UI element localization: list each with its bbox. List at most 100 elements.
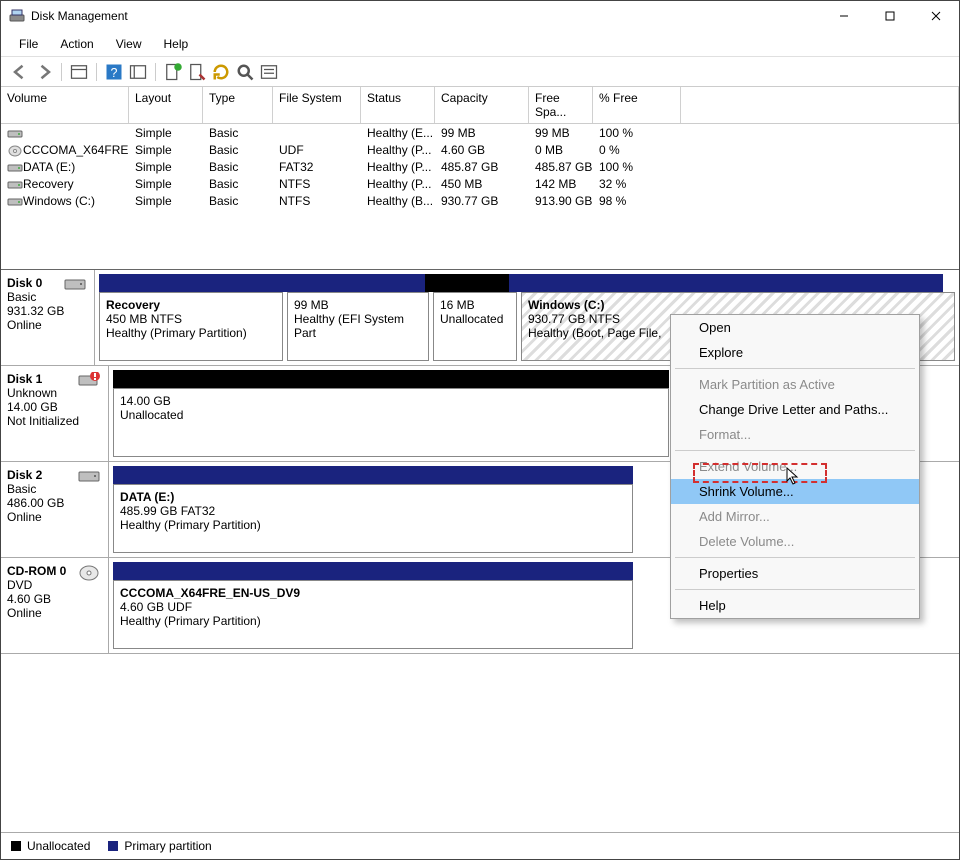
cell-type: Basic bbox=[203, 176, 273, 192]
maximize-button[interactable] bbox=[867, 1, 913, 31]
cell-capacity: 450 MB bbox=[435, 176, 529, 192]
context-item-mark-partition-as-active: Mark Partition as Active bbox=[671, 372, 919, 397]
disk-size: 4.60 GB bbox=[7, 592, 102, 606]
volume-name: Windows (C:) bbox=[23, 194, 95, 208]
menu-help[interactable]: Help bbox=[154, 34, 199, 54]
disk-icon bbox=[78, 372, 100, 393]
partition[interactable]: 16 MBUnallocated bbox=[433, 292, 517, 361]
show-hide-console-icon[interactable] bbox=[68, 61, 90, 83]
legend-unallocated-swatch bbox=[11, 841, 21, 851]
disk-icon bbox=[64, 276, 86, 297]
context-item-open[interactable]: Open bbox=[671, 315, 919, 340]
cell-pfree: 32 % bbox=[593, 176, 681, 192]
minimize-button[interactable] bbox=[821, 1, 867, 31]
rescan-icon[interactable] bbox=[234, 61, 256, 83]
close-button[interactable] bbox=[913, 1, 959, 31]
app-icon bbox=[9, 8, 25, 24]
titlebar[interactable]: Disk Management bbox=[1, 1, 959, 31]
partition-status: Healthy (Primary Partition) bbox=[120, 614, 626, 628]
disk-icon bbox=[78, 468, 100, 489]
table-row[interactable]: SimpleBasicHealthy (E...99 MB99 MB100 % bbox=[1, 124, 959, 141]
partition-title: Recovery bbox=[106, 298, 276, 312]
col-capacity[interactable]: Capacity bbox=[435, 87, 529, 123]
disk-icon bbox=[7, 162, 23, 174]
cell-layout: Simple bbox=[129, 176, 203, 192]
disk-icon bbox=[7, 128, 23, 140]
legend-unallocated-label: Unallocated bbox=[27, 839, 90, 853]
attach-vhd-icon[interactable] bbox=[186, 61, 208, 83]
cell-free: 485.87 GB bbox=[529, 159, 593, 175]
forward-button[interactable] bbox=[33, 61, 55, 83]
partition-size: 450 MB NTFS bbox=[106, 312, 276, 326]
cell-capacity: 99 MB bbox=[435, 125, 529, 141]
context-item-help[interactable]: Help bbox=[671, 593, 919, 618]
cell-type: Basic bbox=[203, 193, 273, 209]
help-icon[interactable]: ? bbox=[103, 61, 125, 83]
col-percent-free[interactable]: % Free bbox=[593, 87, 681, 123]
disk-state: Online bbox=[7, 510, 102, 524]
partition-size: 14.00 GB bbox=[120, 394, 662, 408]
table-row[interactable]: Windows (C:)SimpleBasicNTFSHealthy (B...… bbox=[1, 192, 959, 209]
volume-name: CCCOMA_X64FRE... bbox=[23, 143, 129, 157]
disk-state: Online bbox=[7, 606, 102, 620]
cell-status: Healthy (P... bbox=[361, 142, 435, 158]
volume-table-header: Volume Layout Type File System Status Ca… bbox=[1, 87, 959, 124]
col-free[interactable]: Free Spa... bbox=[529, 87, 593, 123]
cell-status: Healthy (E... bbox=[361, 125, 435, 141]
properties-icon[interactable] bbox=[258, 61, 280, 83]
table-row[interactable]: DATA (E:)SimpleBasicFAT32Healthy (P...48… bbox=[1, 158, 959, 175]
cell-type: Basic bbox=[203, 142, 273, 158]
partition-title: DATA (E:) bbox=[120, 490, 626, 504]
context-item-change-drive-letter-and-paths[interactable]: Change Drive Letter and Paths... bbox=[671, 397, 919, 422]
table-row[interactable]: RecoverySimpleBasicNTFSHealthy (P...450 … bbox=[1, 175, 959, 192]
cell-type: Basic bbox=[203, 159, 273, 175]
partition-size: 4.60 GB UDF bbox=[120, 600, 626, 614]
context-item-delete-volume: Delete Volume... bbox=[671, 529, 919, 554]
cell-pfree: 100 % bbox=[593, 125, 681, 141]
disk-info[interactable]: Disk 0Basic931.32 GBOnline bbox=[1, 270, 95, 365]
disk-icon bbox=[7, 196, 23, 208]
col-filesystem[interactable]: File System bbox=[273, 87, 361, 123]
menu-separator bbox=[675, 368, 915, 369]
partition[interactable]: DATA (E:)485.99 GB FAT32Healthy (Primary… bbox=[113, 484, 633, 553]
partition[interactable]: CCCOMA_X64FRE_EN-US_DV94.60 GB UDFHealth… bbox=[113, 580, 633, 649]
menu-file[interactable]: File bbox=[9, 34, 48, 54]
table-row[interactable]: CCCOMA_X64FRE...SimpleBasicUDFHealthy (P… bbox=[1, 141, 959, 158]
cell-capacity: 930.77 GB bbox=[435, 193, 529, 209]
disk-info[interactable]: Disk 1Unknown14.00 GBNot Initialized bbox=[1, 366, 109, 461]
partition[interactable]: Recovery450 MB NTFSHealthy (Primary Part… bbox=[99, 292, 283, 361]
cell-status: Healthy (P... bbox=[361, 159, 435, 175]
menubar: File Action View Help bbox=[1, 31, 959, 57]
cell-pfree: 98 % bbox=[593, 193, 681, 209]
col-layout[interactable]: Layout bbox=[129, 87, 203, 123]
menu-view[interactable]: View bbox=[106, 34, 152, 54]
disk-info[interactable]: Disk 2Basic486.00 GBOnline bbox=[1, 462, 109, 557]
back-button[interactable] bbox=[9, 61, 31, 83]
menu-action[interactable]: Action bbox=[50, 34, 103, 54]
partition-size: 485.99 GB FAT32 bbox=[120, 504, 626, 518]
partition-size: 99 MB bbox=[294, 298, 422, 312]
refresh-icon[interactable] bbox=[210, 61, 232, 83]
disk-info[interactable]: CD-ROM 0DVD4.60 GBOnline bbox=[1, 558, 109, 653]
cell-fs: UDF bbox=[273, 142, 361, 158]
settings-icon[interactable] bbox=[127, 61, 149, 83]
cell-layout: Simple bbox=[129, 142, 203, 158]
cell-free: 99 MB bbox=[529, 125, 593, 141]
context-item-explore[interactable]: Explore bbox=[671, 340, 919, 365]
context-item-format: Format... bbox=[671, 422, 919, 447]
menu-separator bbox=[675, 450, 915, 451]
context-item-properties[interactable]: Properties bbox=[671, 561, 919, 586]
partition[interactable]: 14.00 GBUnallocated bbox=[113, 388, 669, 457]
volume-table[interactable]: SimpleBasicHealthy (E...99 MB99 MB100 %C… bbox=[1, 124, 959, 209]
legend-primary-label: Primary partition bbox=[124, 839, 211, 853]
partition[interactable]: 99 MBHealthy (EFI System Part bbox=[287, 292, 429, 361]
cell-layout: Simple bbox=[129, 193, 203, 209]
disk-size: 14.00 GB bbox=[7, 400, 102, 414]
partition-status: Healthy (EFI System Part bbox=[294, 312, 422, 340]
window-title: Disk Management bbox=[31, 9, 821, 23]
volume-name: Recovery bbox=[23, 177, 74, 191]
col-type[interactable]: Type bbox=[203, 87, 273, 123]
col-volume[interactable]: Volume bbox=[1, 87, 129, 123]
create-vhd-icon[interactable] bbox=[162, 61, 184, 83]
col-status[interactable]: Status bbox=[361, 87, 435, 123]
